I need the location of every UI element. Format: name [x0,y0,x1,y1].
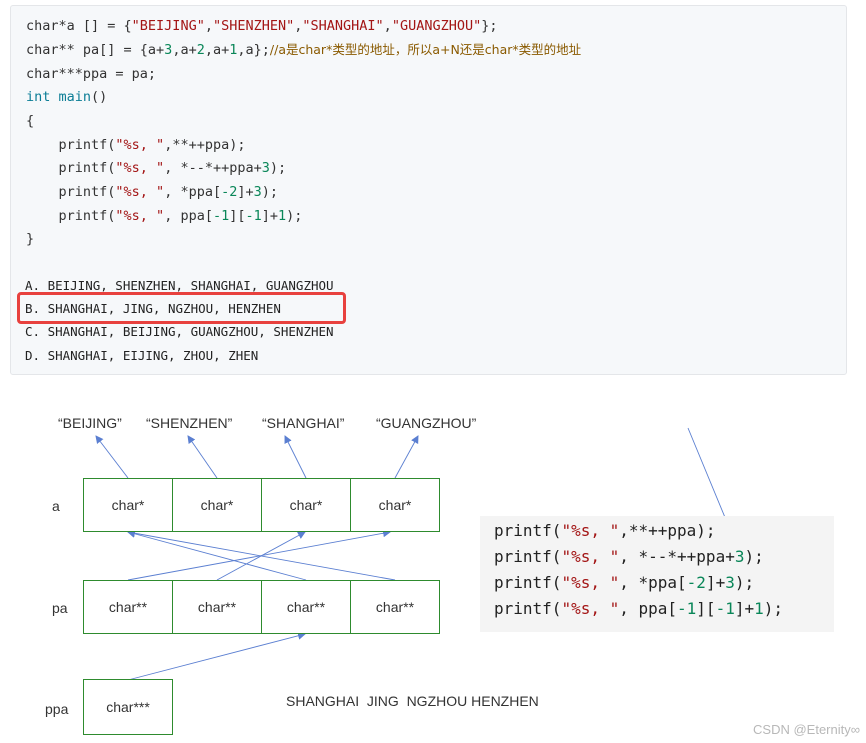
arrow-ppa-to-pa2 [127,631,306,681]
pa-cell-1: char** [172,580,262,634]
string-shanghai: “SHANGHAI” [262,415,345,431]
panel-line-1: printf("%s, ",**++ppa); [494,521,716,540]
panel-line-4: printf("%s, ", ppa[-1][-1]+1); [494,599,783,618]
panel-line-3: printf("%s, ", *ppa[-2]+3); [494,573,755,592]
pa-cell-0: char** [83,580,173,634]
a-cell-3: char* [350,478,440,532]
a-cell-1: char* [172,478,262,532]
arrow-a2-to-shanghai [284,435,307,479]
arrow-pa2-to-a1 [127,529,307,581]
result-text: SHANGHAI JING NGZHOU HENZHEN [286,693,539,709]
arrow-a1-to-shenzhen [187,435,218,479]
string-guangzhou: “GUANGZHOU” [376,415,477,431]
pa-cell-2: char** [261,580,351,634]
label-ppa: ppa [45,701,69,717]
ppa-cell: char*** [83,679,173,735]
watermark: CSDN @Eternity∞ [753,722,860,737]
string-shenzhen: “SHENZHEN” [146,415,233,431]
panel-line-2: printf("%s, ", *--*++ppa+3); [494,547,764,566]
label-a: a [52,498,60,514]
printf-code-panel: printf("%s, ",**++ppa); printf("%s, ", *… [480,516,834,632]
a-cell-2: char* [261,478,351,532]
arrow-a0-to-beijing [95,435,129,479]
string-beijing: “BEIJING” [58,415,122,431]
label-pa: pa [52,600,68,616]
pa-cell-3: char** [350,580,440,634]
a-cell-0: char* [83,478,173,532]
arrow-a3-to-guangzhou [394,435,419,479]
